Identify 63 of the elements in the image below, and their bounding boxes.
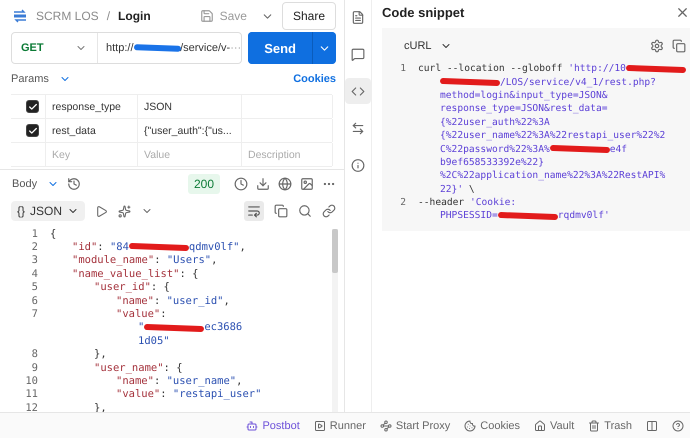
param-key[interactable]: response_type [46, 95, 138, 118]
code-line: 22}' \ [440, 184, 475, 195]
share-button[interactable]: Share [282, 2, 336, 30]
line-number: 4 [30, 268, 38, 280]
line-number: 12 [24, 402, 38, 412]
code-line: "value": [116, 308, 167, 320]
code-line: 1d05" [138, 334, 170, 347]
param-key[interactable]: rest_data [46, 119, 138, 142]
code-line: {%22user_auth%22%3A [440, 116, 550, 128]
panel-title: Code snippet [382, 4, 464, 20]
code-line: "value": "restapi_user" [116, 388, 262, 400]
postbot-button[interactable]: Postbot [246, 420, 300, 432]
param-value[interactable]: {"user_auth":{"us... [138, 119, 242, 142]
body-tab[interactable]: Body [12, 178, 60, 190]
line-number: 2 [30, 241, 38, 254]
vault-button[interactable]: Vault [534, 420, 574, 432]
cookies-button[interactable]: Cookies [464, 420, 520, 432]
line-number: 9 [30, 362, 38, 374]
code-line: "name": "user_name", [116, 374, 242, 387]
save-button[interactable]: Save [194, 5, 253, 27]
code-line: "module_name": "Users", [72, 254, 218, 266]
line-number: 2 [399, 197, 406, 208]
url-field[interactable]: http:// /service/v-··· [98, 42, 242, 54]
line-number: 6 [30, 294, 38, 307]
code-line: PHPSESSID= rqdmv0lf' [440, 210, 610, 222]
start-proxy-button[interactable]: Start Proxy [380, 420, 450, 432]
line-number: 8 [30, 348, 38, 360]
code-line: "user_name": { [94, 362, 183, 374]
runner-button[interactable]: Runner [314, 420, 366, 432]
line-number: 1 [399, 63, 406, 74]
code-line: /LOS/service/v4_1/rest.php? [440, 76, 656, 88]
code-line: "name_value_list": { [72, 268, 198, 280]
code-line: --header 'Cookie: [418, 197, 516, 208]
line-number: 7 [30, 308, 38, 320]
code-line: b9ef658533392e%22} [440, 156, 544, 168]
line-number: 1 [30, 228, 38, 240]
breadcrumb-separator: / [106, 9, 110, 23]
code-line: {%22user_name%22%3A%22restapi_user%22%2 [440, 130, 666, 142]
format-dropdown[interactable]: {} JSON [11, 201, 86, 221]
line-number: 10 [24, 374, 38, 387]
status-code: 200 [188, 174, 220, 194]
line-number: 3 [30, 254, 38, 266]
language-dropdown[interactable]: cURL [404, 40, 452, 52]
code-line: "id": "84 qdmv0lf", [72, 241, 246, 254]
code-line: response_type=JSON&rest_data= [440, 103, 608, 114]
code-line: }, [94, 348, 107, 360]
code-line: C%22password%22%3A% e4f [440, 144, 628, 155]
code-line: "user_id": { [94, 281, 170, 294]
code-line: { [50, 228, 56, 240]
trash-button[interactable]: Trash [588, 420, 632, 432]
code-line: " ec3686 [138, 321, 242, 334]
line-number: 11 [24, 388, 38, 400]
code-line: %2C%22application_name%22%3A%22RestAPI% [440, 170, 666, 182]
line-number: 5 [30, 281, 38, 294]
request-name: Login [118, 9, 151, 23]
param-value[interactable]: JSON [138, 95, 242, 118]
code-line: method=login&input_type=JSON& [440, 90, 608, 101]
cookies-link[interactable]: Cookies [293, 73, 336, 85]
collection-name[interactable]: SCRM LOS [36, 9, 99, 23]
code-line: "name": "user_id", [116, 294, 230, 307]
method-dropdown[interactable]: GET [12, 33, 98, 63]
code-line: curl --location --globoff 'http://10 [418, 63, 686, 74]
params-toggle[interactable]: Params [11, 73, 71, 85]
